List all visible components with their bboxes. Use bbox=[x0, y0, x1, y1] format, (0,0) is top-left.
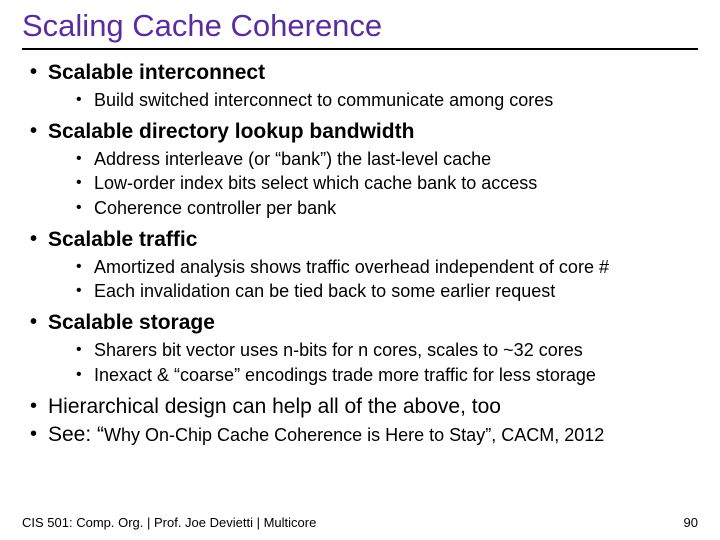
heading-text: Scalable directory lookup bandwidth bbox=[48, 120, 414, 143]
bullet-list: Scalable interconnect Build switched int… bbox=[22, 60, 698, 449]
sub-bullet: Address interleave (or “bank”) the last-… bbox=[76, 148, 698, 172]
sub-bullet: Low-order index bits select which cache … bbox=[76, 172, 698, 196]
sublist: Build switched interconnect to communica… bbox=[48, 89, 698, 113]
title-underline bbox=[22, 48, 698, 50]
bullet-scalable-storage: Scalable storage Sharers bit vector uses… bbox=[28, 310, 698, 387]
sub-bullet: Sharers bit vector uses n-bits for n cor… bbox=[76, 339, 698, 363]
bullet-scalable-interconnect: Scalable interconnect Build switched int… bbox=[28, 60, 698, 113]
heading-text: Scalable traffic bbox=[48, 228, 197, 251]
sub-bullet: Build switched interconnect to communica… bbox=[76, 89, 698, 113]
see-citation: Why On-Chip Cache Coherence is Here to S… bbox=[104, 425, 604, 445]
sublist: Address interleave (or “bank”) the last-… bbox=[48, 148, 698, 221]
sub-bullet: Inexact & “coarse” encodings trade more … bbox=[76, 364, 698, 388]
heading-text: Scalable storage bbox=[48, 311, 215, 334]
see-prefix: See: “ bbox=[48, 423, 104, 446]
sub-bullet: Each invalidation can be tied back to so… bbox=[76, 280, 698, 304]
sub-bullet: Coherence controller per bank bbox=[76, 197, 698, 221]
bullet-scalable-traffic: Scalable traffic Amortized analysis show… bbox=[28, 227, 698, 304]
footer-left: CIS 501: Comp. Org. | Prof. Joe Devietti… bbox=[22, 515, 316, 530]
sublist: Amortized analysis shows traffic overhea… bbox=[48, 256, 698, 305]
slide-title: Scaling Cache Coherence bbox=[22, 8, 698, 44]
sub-bullet: Amortized analysis shows traffic overhea… bbox=[76, 256, 698, 280]
sublist: Sharers bit vector uses n-bits for n cor… bbox=[48, 339, 698, 388]
slide-footer: CIS 501: Comp. Org. | Prof. Joe Devietti… bbox=[22, 515, 698, 530]
bullet-scalable-directory: Scalable directory lookup bandwidth Addr… bbox=[28, 119, 698, 221]
footer-page-number: 90 bbox=[684, 515, 698, 530]
slide: Scaling Cache Coherence Scalable interco… bbox=[0, 0, 720, 540]
heading-text: Scalable interconnect bbox=[48, 61, 265, 84]
bullet-hierarchical: Hierarchical design can help all of the … bbox=[28, 394, 698, 421]
bullet-see-reference: See: “Why On-Chip Cache Coherence is Her… bbox=[28, 422, 698, 449]
